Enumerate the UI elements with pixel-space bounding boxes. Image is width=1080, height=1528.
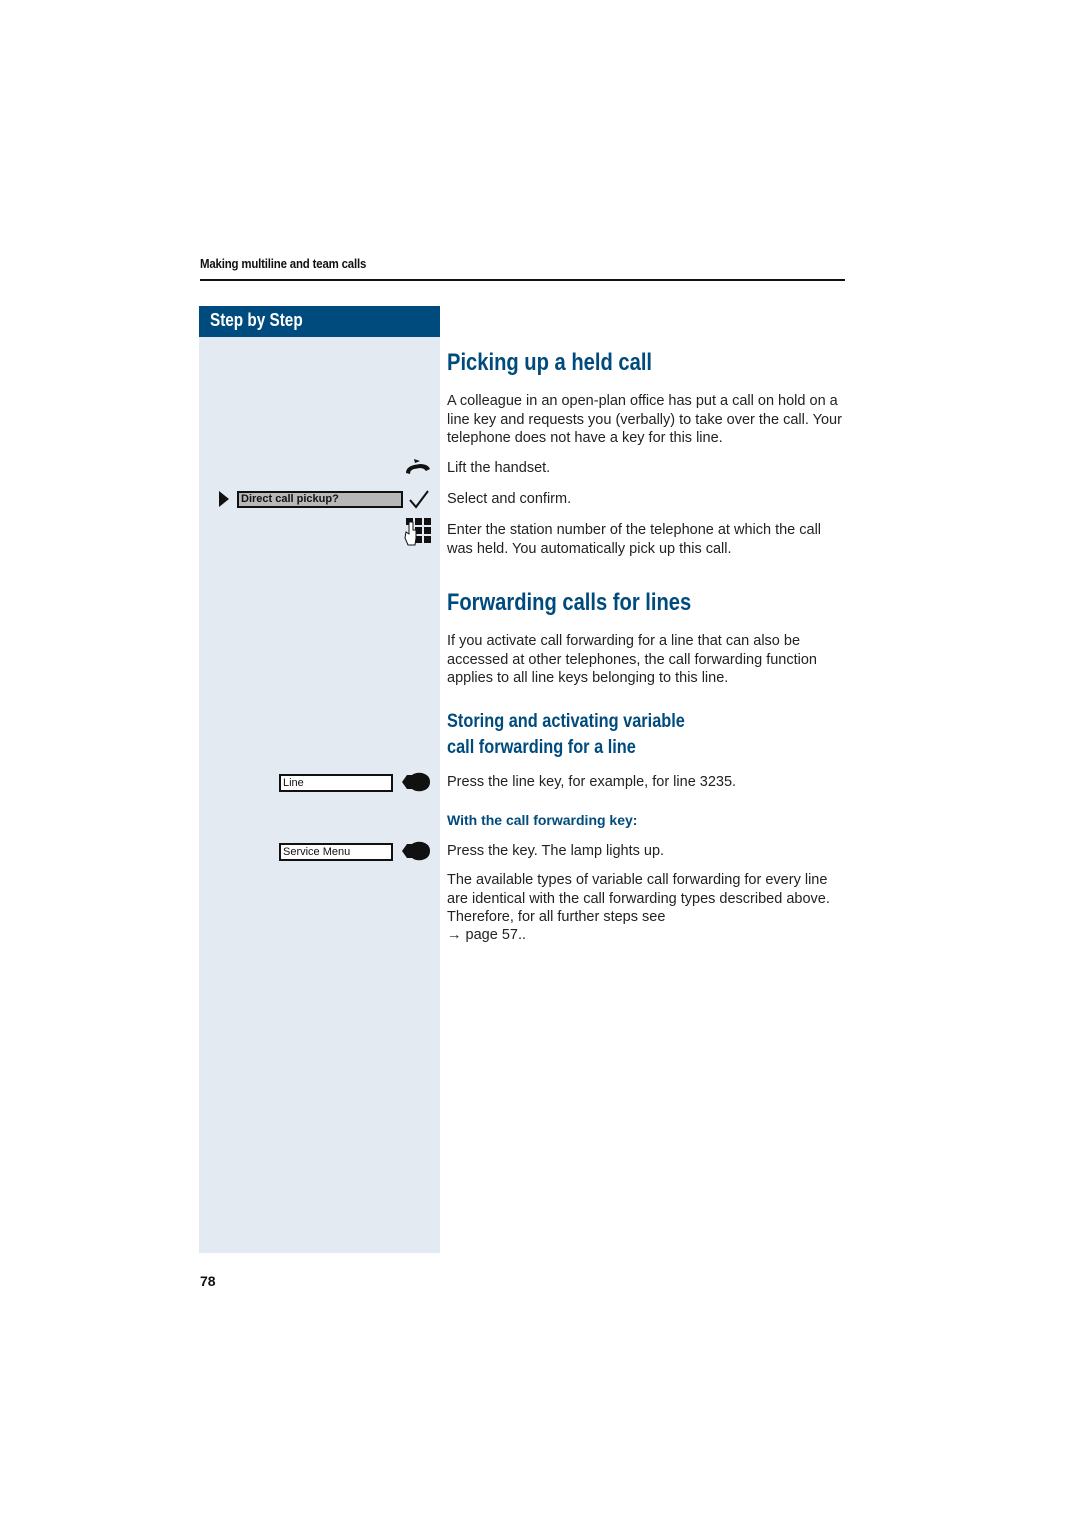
page-number: 78 — [200, 1273, 216, 1289]
step-lift-handset: Lift the handset. — [447, 460, 551, 476]
section-title-picking-up: Picking up a held call — [447, 349, 653, 376]
section2-intro: If you activate call forwarding for a li… — [447, 633, 817, 686]
line-key-button-icon[interactable] — [402, 772, 430, 792]
display-option-direct-call-pickup[interactable]: Direct call pickup? — [237, 491, 403, 508]
sidebar-title: Step by Step — [210, 310, 303, 330]
select-arrow-icon[interactable] — [219, 491, 229, 507]
step-select-confirm: Select and confirm. — [447, 491, 572, 507]
keypad-icon[interactable] — [404, 518, 432, 548]
checkmark-icon[interactable] — [408, 489, 430, 509]
service-menu-key-button-icon[interactable] — [402, 841, 430, 861]
section-title-forwarding: Forwarding calls for lines — [447, 589, 692, 616]
page-reference-link[interactable]: → page 57.. — [447, 926, 847, 945]
subtitle-storing-line1: Storing and activating variable — [447, 711, 685, 732]
header-rule — [200, 279, 845, 281]
line-key-label[interactable]: Line — [279, 774, 393, 792]
section2-closing: The available types of variable call for… — [447, 872, 830, 925]
service-menu-key-label[interactable]: Service Menu — [279, 843, 393, 861]
step-enter-station-number: Enter the station number of the telephon… — [447, 522, 822, 557]
subheading-call-forwarding-key: With the call forwarding key: — [447, 812, 638, 828]
subtitle-storing-line2: call forwarding for a line — [447, 737, 636, 758]
step-press-line-key: Press the line key, for example, for lin… — [447, 774, 737, 790]
running-head: Making multiline and team calls — [200, 256, 367, 271]
section1-intro: A colleague in an open-plan office has p… — [447, 393, 842, 446]
step-press-key-lamp: Press the key. The lamp lights up. — [447, 843, 665, 859]
handset-lift-icon — [406, 459, 430, 474]
